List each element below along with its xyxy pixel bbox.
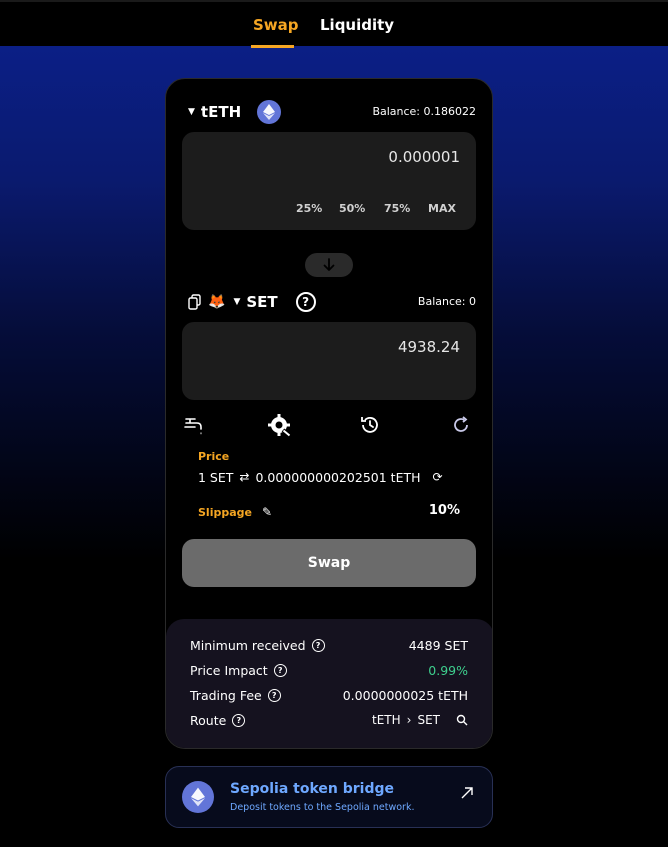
history-icon[interactable]: [357, 412, 383, 438]
trading-fee-label: Trading Fee: [190, 687, 262, 703]
price-refresh-icon[interactable]: ⟳: [433, 470, 443, 484]
copy-icon[interactable]: [188, 294, 202, 310]
to-balance: Balance: 0: [417, 295, 476, 308]
help-circle-icon[interactable]: ?: [232, 713, 246, 727]
from-amount-input[interactable]: 0.000001: [388, 148, 460, 166]
price-label: Price: [198, 450, 230, 463]
ethereum-icon: [257, 100, 282, 124]
slippage-label: Slippage: [198, 505, 252, 519]
external-link-arrow-icon[interactable]: [460, 786, 474, 800]
top-nav: Swap Liquidity: [0, 0, 668, 48]
trading-fee-row: Trading Fee? 0.0000000025 tETH: [190, 685, 468, 705]
tab-swap[interactable]: Swap: [253, 16, 299, 34]
from-amount-box[interactable]: 0.000001 25% 50% 75% MAX: [182, 132, 476, 230]
price-base: 1 SET: [198, 469, 234, 485]
ethereum-icon: [182, 781, 214, 813]
route-to: SET: [417, 713, 440, 727]
to-amount-box[interactable]: 4938.24: [182, 322, 476, 400]
pct-50-button[interactable]: 50%: [339, 202, 365, 215]
help-circle-icon[interactable]: ?: [273, 663, 287, 677]
minimum-received-row: Minimum received? 4489 SET: [190, 635, 468, 655]
help-circle-icon[interactable]: ?: [267, 688, 281, 702]
arrow-down-icon: [323, 258, 335, 271]
swap-arrows-icon: ⇄: [239, 470, 250, 484]
minimum-received-value: 4489 SET: [408, 637, 468, 653]
price-row: 1 SET ⇄ 0.000000000202501 tETH ⟳: [198, 468, 443, 486]
to-amount-input[interactable]: 4938.24: [398, 338, 460, 356]
tab-liquidity[interactable]: Liquidity: [320, 16, 394, 34]
price-quote: 0.000000000202501 tETH: [255, 469, 421, 485]
help-circle-icon[interactable]: ?: [311, 638, 325, 652]
active-tab-indicator: [251, 45, 294, 48]
from-balance: Balance: 0.186022: [372, 105, 476, 118]
bridge-banner[interactable]: Sepolia token bridge Deposit tokens to t…: [165, 766, 493, 828]
route-path: tETH › SET: [372, 713, 468, 727]
swap-card: ▼ tETH Balance: 0.186022 0.000001 25% 50…: [165, 78, 493, 749]
price-impact-row: Price Impact? 0.99%: [190, 660, 468, 680]
route-from: tETH: [372, 713, 401, 727]
pct-25-button[interactable]: 25%: [296, 202, 322, 215]
switch-direction-button[interactable]: [305, 253, 353, 277]
from-token-symbol: tETH: [200, 103, 242, 121]
route-separator: ›: [406, 713, 412, 727]
metamask-fox-icon[interactable]: 🦊: [208, 294, 225, 310]
slippage-row[interactable]: Slippage ✎: [198, 503, 272, 521]
route-label: Route: [190, 712, 227, 728]
trading-fee-value: 0.0000000025 tETH: [342, 687, 468, 703]
search-icon[interactable]: [456, 714, 468, 726]
settings-gear-icon[interactable]: [267, 412, 293, 438]
trade-summary: Minimum received? 4489 SET Price Impact?…: [166, 619, 492, 748]
faucet-icon[interactable]: [182, 412, 208, 438]
to-token-symbol[interactable]: SET: [246, 293, 277, 311]
help-circle-icon[interactable]: ?: [295, 292, 316, 312]
to-token-header: 🦊 ▼ SET ?: [188, 290, 316, 314]
bridge-subtitle: Deposit tokens to the Sepolia network.: [230, 802, 415, 813]
caret-down-icon[interactable]: ▼: [233, 297, 240, 307]
route-row: Route? tETH › SET: [190, 710, 468, 730]
pct-75-button[interactable]: 75%: [384, 202, 410, 215]
swap-button[interactable]: Swap: [182, 539, 476, 587]
price-impact-label: Price Impact: [190, 662, 268, 678]
slippage-value: 10%: [428, 503, 460, 518]
refresh-icon[interactable]: [448, 412, 474, 438]
minimum-received-label: Minimum received: [190, 637, 306, 653]
caret-down-icon: ▼: [188, 107, 195, 117]
pencil-icon[interactable]: ✎: [262, 505, 272, 519]
from-token-selector[interactable]: ▼ tETH: [188, 100, 282, 124]
max-button[interactable]: MAX: [428, 202, 456, 215]
bridge-title[interactable]: Sepolia token bridge: [230, 781, 394, 797]
price-impact-value: 0.99%: [428, 662, 468, 678]
